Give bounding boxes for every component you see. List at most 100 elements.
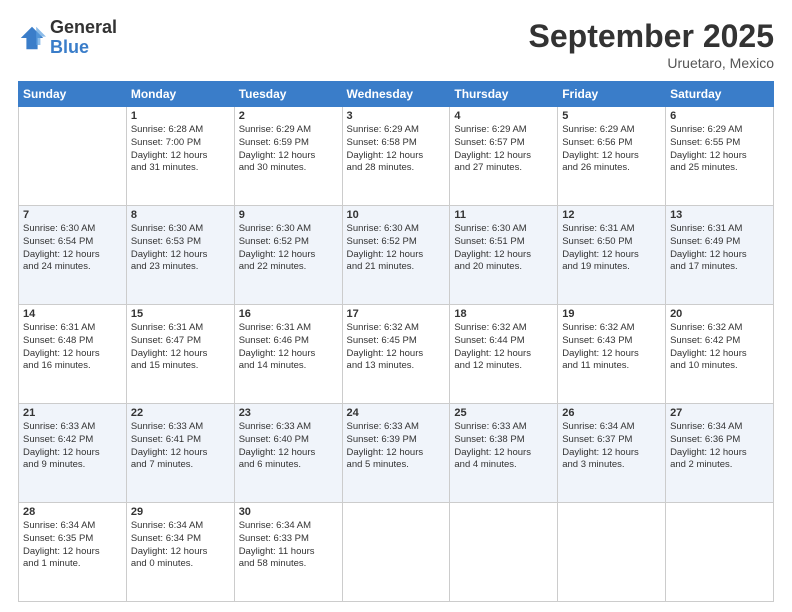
cell-content: Sunrise: 6:30 AM Sunset: 6:54 PM Dayligh… (23, 223, 122, 274)
cell-content: Sunrise: 6:28 AM Sunset: 7:00 PM Dayligh… (131, 124, 230, 175)
calendar-cell: 16Sunrise: 6:31 AM Sunset: 6:46 PM Dayli… (234, 305, 342, 404)
day-number: 14 (23, 308, 122, 320)
calendar-cell: 21Sunrise: 6:33 AM Sunset: 6:42 PM Dayli… (19, 404, 127, 503)
title-block: September 2025 Uruetaro, Mexico (529, 18, 774, 71)
cell-content: Sunrise: 6:33 AM Sunset: 6:40 PM Dayligh… (239, 421, 338, 472)
cell-content: Sunrise: 6:32 AM Sunset: 6:42 PM Dayligh… (670, 322, 769, 373)
calendar-cell: 15 Sunrise: 6:31 AM Sunset: 6:47 PM Dayli… (126, 305, 234, 404)
cell-content: Sunrise: 6:33 AM Sunset: 6:39 PM Dayligh… (347, 421, 446, 472)
cell-content: Sunrise: 6:32 AM Sunset: 6:43 PM Dayligh… (562, 322, 661, 373)
calendar-cell: 23 Sunrise: 6:33 AM Sunset: 6:40 PM Dayli… (234, 404, 342, 503)
calendar-cell: 29 Sunrise: 6:34 AM Sunset: 6:34 PM Dayli… (126, 503, 234, 602)
logo-blue-text: Blue (50, 38, 117, 58)
location-subtitle: Uruetaro, Mexico (529, 55, 774, 71)
calendar-cell (666, 503, 774, 602)
calendar-cell (450, 503, 558, 602)
day-number: 6 (670, 110, 769, 122)
weekday-header-monday: Monday (126, 82, 234, 107)
cell-content: Sunrise: 6:30 AM Sunset: 6:51 PM Dayligh… (454, 223, 553, 274)
calendar-header: SundayMondayTuesdayWednesdayThursdayFrid… (19, 82, 774, 107)
cell-content: Sunrise: 6:34 AM Sunset: 6:34 PM Dayligh… (131, 520, 230, 571)
day-number: 9 (239, 209, 338, 221)
day-number: 3 (347, 110, 446, 122)
cell-content: Sunrise: 6:33 AM Sunset: 6:38 PM Dayligh… (454, 421, 553, 472)
day-number: 4 (454, 110, 553, 122)
calendar-cell: 9 Sunrise: 6:30 AM Sunset: 6:52 PM Daylig… (234, 206, 342, 305)
cell-content: Sunrise: 6:30 AM Sunset: 6:52 PM Dayligh… (347, 223, 446, 274)
logo-icon (18, 24, 46, 52)
day-number: 19 (562, 308, 661, 320)
header: General Blue September 2025 Uruetaro, Me… (18, 18, 774, 71)
week-row-2: 14 Sunrise: 6:31 AM Sunset: 6:48 PM Dayli… (19, 305, 774, 404)
calendar: SundayMondayTuesdayWednesdayThursdayFrid… (18, 81, 774, 602)
cell-content: Sunrise: 6:29 AM Sunset: 6:56 PM Dayligh… (562, 124, 661, 175)
day-number: 26 (562, 407, 661, 419)
cell-content: Sunrise: 6:32 AM Sunset: 6:45 PM Dayligh… (347, 322, 446, 373)
cell-content: Sunrise: 6:33 AM Sunset: 6:41 PM Dayligh… (131, 421, 230, 472)
cell-content: Sunrise: 6:31 AM Sunset: 6:47 PM Dayligh… (131, 322, 230, 373)
calendar-body: 1 Sunrise: 6:28 AM Sunset: 7:00 PM Daylig… (19, 107, 774, 602)
cell-content: Sunrise: 6:31 AM Sunset: 6:49 PM Dayligh… (670, 223, 769, 274)
day-number: 18 (454, 308, 553, 320)
calendar-cell: 14 Sunrise: 6:31 AM Sunset: 6:48 PM Dayli… (19, 305, 127, 404)
cell-content: Sunrise: 6:34 AM Sunset: 6:35 PM Dayligh… (23, 520, 122, 571)
logo-general-text: General (50, 18, 117, 38)
calendar-cell: 20Sunrise: 6:32 AM Sunset: 6:42 PM Dayli… (666, 305, 774, 404)
day-number: 17 (347, 308, 446, 320)
calendar-cell: 11 Sunrise: 6:30 AM Sunset: 6:51 PM Dayli… (450, 206, 558, 305)
weekday-header-sunday: Sunday (19, 82, 127, 107)
day-number: 8 (131, 209, 230, 221)
weekday-header-thursday: Thursday (450, 82, 558, 107)
cell-content: Sunrise: 6:30 AM Sunset: 6:53 PM Dayligh… (131, 223, 230, 274)
calendar-cell: 26 Sunrise: 6:34 AM Sunset: 6:37 PM Dayli… (558, 404, 666, 503)
calendar-cell: 30 Sunrise: 6:34 AM Sunset: 6:33 PM Dayli… (234, 503, 342, 602)
day-number: 24 (347, 407, 446, 419)
cell-content: Sunrise: 6:29 AM Sunset: 6:55 PM Dayligh… (670, 124, 769, 175)
day-number: 27 (670, 407, 769, 419)
calendar-cell (558, 503, 666, 602)
calendar-cell: 6 Sunrise: 6:29 AM Sunset: 6:55 PM Daylig… (666, 107, 774, 206)
weekday-header-friday: Friday (558, 82, 666, 107)
day-number: 23 (239, 407, 338, 419)
cell-content: Sunrise: 6:34 AM Sunset: 6:37 PM Dayligh… (562, 421, 661, 472)
week-row-4: 28 Sunrise: 6:34 AM Sunset: 6:35 PM Dayli… (19, 503, 774, 602)
weekday-header-tuesday: Tuesday (234, 82, 342, 107)
calendar-cell: 7 Sunrise: 6:30 AM Sunset: 6:54 PM Daylig… (19, 206, 127, 305)
weekday-header-wednesday: Wednesday (342, 82, 450, 107)
calendar-cell: 22 Sunrise: 6:33 AM Sunset: 6:41 PM Dayli… (126, 404, 234, 503)
cell-content: Sunrise: 6:34 AM Sunset: 6:36 PM Dayligh… (670, 421, 769, 472)
day-number: 2 (239, 110, 338, 122)
day-number: 30 (239, 506, 338, 518)
calendar-cell: 1 Sunrise: 6:28 AM Sunset: 7:00 PM Daylig… (126, 107, 234, 206)
day-number: 10 (347, 209, 446, 221)
cell-content: Sunrise: 6:30 AM Sunset: 6:52 PM Dayligh… (239, 223, 338, 274)
cell-content: Sunrise: 6:34 AM Sunset: 6:33 PM Dayligh… (239, 520, 338, 571)
day-number: 28 (23, 506, 122, 518)
calendar-cell: 3Sunrise: 6:29 AM Sunset: 6:58 PM Daylig… (342, 107, 450, 206)
week-row-1: 7 Sunrise: 6:30 AM Sunset: 6:54 PM Daylig… (19, 206, 774, 305)
day-number: 12 (562, 209, 661, 221)
day-number: 5 (562, 110, 661, 122)
weekday-header-saturday: Saturday (666, 82, 774, 107)
logo: General Blue (18, 18, 117, 58)
day-number: 29 (131, 506, 230, 518)
calendar-table: SundayMondayTuesdayWednesdayThursdayFrid… (18, 81, 774, 602)
day-number: 7 (23, 209, 122, 221)
cell-content: Sunrise: 6:31 AM Sunset: 6:48 PM Dayligh… (23, 322, 122, 373)
day-number: 22 (131, 407, 230, 419)
cell-content: Sunrise: 6:32 AM Sunset: 6:44 PM Dayligh… (454, 322, 553, 373)
month-title: September 2025 (529, 18, 774, 55)
cell-content: Sunrise: 6:31 AM Sunset: 6:46 PM Dayligh… (239, 322, 338, 373)
day-number: 25 (454, 407, 553, 419)
calendar-cell: 24 Sunrise: 6:33 AM Sunset: 6:39 PM Dayli… (342, 404, 450, 503)
cell-content: Sunrise: 6:29 AM Sunset: 6:59 PM Dayligh… (239, 124, 338, 175)
calendar-cell (19, 107, 127, 206)
day-number: 13 (670, 209, 769, 221)
week-row-3: 21Sunrise: 6:33 AM Sunset: 6:42 PM Dayli… (19, 404, 774, 503)
calendar-cell: 27 Sunrise: 6:34 AM Sunset: 6:36 PM Dayli… (666, 404, 774, 503)
cell-content: Sunrise: 6:33 AM Sunset: 6:42 PM Dayligh… (23, 421, 122, 472)
day-number: 1 (131, 110, 230, 122)
day-number: 11 (454, 209, 553, 221)
calendar-cell: 18 Sunrise: 6:32 AM Sunset: 6:44 PM Dayli… (450, 305, 558, 404)
day-number: 15 (131, 308, 230, 320)
